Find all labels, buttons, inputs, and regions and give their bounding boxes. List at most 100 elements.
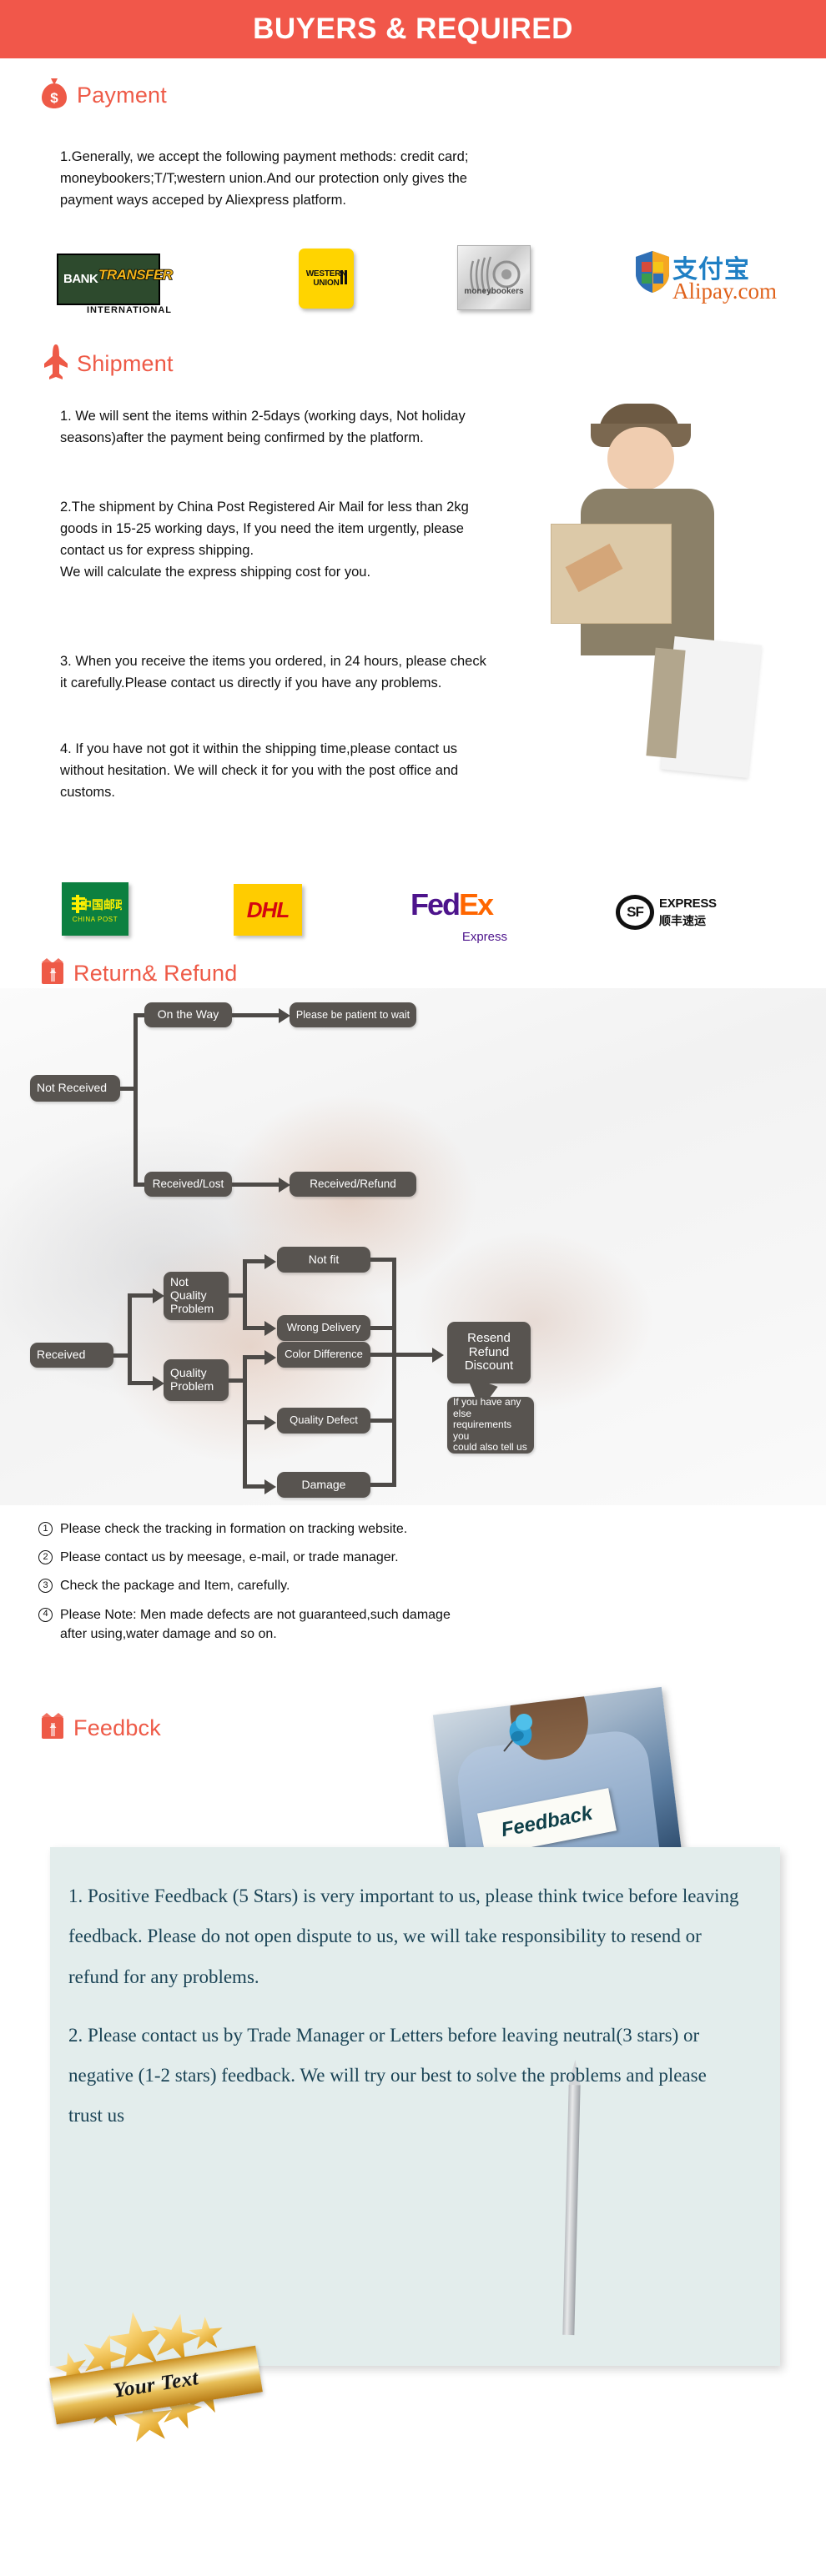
section-heading-feedback: Feedbck — [40, 1712, 161, 1745]
pushpin-icon — [503, 1714, 532, 1752]
bank-transfer-line2: TRANSFER — [98, 266, 174, 284]
feedback-text-block: 1. Positive Feedback (5 Stars) is very i… — [68, 1876, 744, 2155]
return-refund-notes: 1 Please check the tracking in formation… — [38, 1519, 789, 1653]
flow-node-wrong-delivery: Wrong Delivery — [277, 1315, 370, 1341]
flow-node-quality-defect: Quality Defect — [277, 1408, 370, 1434]
arrow-icon — [153, 1288, 164, 1303]
section-heading-shipment: Shipment — [43, 344, 174, 384]
shipment-body-3: 3. When you receive the items you ordere… — [60, 654, 486, 691]
payment-logo-row: BANK TRANSFER INTERNATIONAL WESTERN UNIO… — [0, 245, 826, 334]
section-heading-payment: $ Payment — [40, 77, 167, 114]
bank-transfer-logo: BANK TRANSFER INTERNATIONAL — [57, 254, 174, 315]
connector — [392, 1258, 396, 1487]
sf-line1: SF — [627, 904, 644, 920]
list-marker: 4 — [38, 1607, 53, 1622]
sf-line3: 顺丰速运 — [659, 913, 706, 927]
list-marker: 1 — [38, 1522, 53, 1536]
connector — [232, 1183, 282, 1187]
sf-line2: EXPRESS — [659, 896, 717, 911]
sf-express-logo: SF EXPRESS 顺丰速运 — [616, 889, 724, 936]
china-post-emblem-icon: 中国邮政 — [72, 895, 122, 913]
return-refund-flowchart: Not Received On the Way Please be patien… — [0, 988, 826, 1505]
header-banner: BUYERS & REQUIRED — [0, 0, 826, 58]
arrow-icon — [264, 1321, 276, 1336]
flow-node-received-lost: Received/Lost — [144, 1172, 232, 1197]
flowchart-background-photo — [0, 988, 826, 1505]
svg-text:中国邮政: 中国邮政 — [80, 898, 122, 912]
moneybookers-line1: moneybookers — [464, 287, 524, 296]
moneybookers-logo: moneybookers — [457, 245, 531, 310]
shipment-body-4: 4. If you have not got it within the shi… — [60, 741, 459, 801]
list-item: 1 Please check the tracking in formation… — [38, 1519, 789, 1539]
return-box-icon — [40, 1712, 65, 1745]
feedback-paragraph-2: 2. Please contact us by Trade Manager or… — [68, 2024, 707, 2127]
connector — [243, 1259, 247, 1330]
arrow-icon — [279, 1178, 290, 1193]
list-item: 3 Check the package and Item, carefully. — [38, 1576, 789, 1595]
section-label-feedback: Feedbck — [73, 1715, 161, 1740]
flow-node-on-the-way: On the Way — [144, 1002, 232, 1027]
connector — [128, 1381, 154, 1385]
dhl-line1: DHL — [246, 896, 290, 922]
flow-node-not-received: Not Received — [30, 1075, 120, 1102]
flow-node-received: Received — [30, 1343, 113, 1368]
courier-photo — [542, 399, 776, 782]
connector — [392, 1353, 436, 1357]
page-root: BUYERS & REQUIRED $ Payment 1.Generally,… — [0, 0, 826, 2576]
connector — [128, 1293, 132, 1385]
connector — [133, 1013, 138, 1187]
payment-body-text: 1.Generally, we accept the following pay… — [60, 149, 469, 208]
flow-node-resend-refund-discount: Resend Refund Discount — [447, 1322, 531, 1383]
connector — [243, 1484, 266, 1489]
list-item: 2 Please contact us by meesage, e-mail, … — [38, 1548, 789, 1567]
section-label-return-refund: Return& Refund — [73, 961, 238, 986]
section-label-payment: Payment — [77, 83, 167, 108]
list-text: Please check the tracking in formation o… — [60, 1522, 408, 1536]
flow-node-callout-note: If you have any else requirements you co… — [447, 1397, 534, 1454]
arrow-icon — [279, 1008, 290, 1023]
star-icon — [188, 2316, 225, 2353]
list-text: Please Note: Men made defects are not gu… — [60, 1607, 451, 1641]
western-union-line2: UNION — [313, 279, 340, 288]
list-item: 4 Please Note: Men made defects are not … — [38, 1605, 789, 1644]
china-post-line2: CHINA POST — [72, 916, 118, 923]
western-union-bars-icon — [340, 270, 347, 284]
connector — [243, 1259, 266, 1263]
connector — [243, 1326, 266, 1330]
page-title: BUYERS & REQUIRED — [253, 13, 573, 45]
connector — [243, 1355, 266, 1359]
list-text: Please contact us by meesage, e-mail, or… — [60, 1550, 399, 1565]
shipment-body-1: 1. We will sent the items within 2-5days… — [60, 409, 466, 446]
western-union-logo: WESTERN UNION — [299, 249, 354, 309]
arrow-icon — [264, 1479, 276, 1494]
connector — [243, 1420, 266, 1424]
your-text-badge: Your Text — [33, 2308, 284, 2467]
list-text: Check the package and Item, carefully. — [60, 1579, 290, 1594]
bank-transfer-line1: BANK — [63, 272, 98, 286]
arrow-icon — [432, 1348, 444, 1363]
china-post-logo: 中国邮政 CHINA POST — [62, 882, 128, 936]
list-marker: 2 — [38, 1550, 53, 1565]
svg-text:$: $ — [50, 90, 58, 106]
dhl-logo: DHL — [234, 884, 302, 936]
fedex-line1: Fed — [410, 887, 461, 921]
sf-oval-icon: SF — [616, 895, 654, 930]
alipay-shield-icon — [636, 251, 669, 293]
connector — [232, 1013, 282, 1017]
shipment-body-2: 2.The shipment by China Post Registered … — [60, 500, 469, 580]
fedex-logo: FedEx Express — [410, 887, 509, 944]
badge-text: Your Text — [111, 2367, 200, 2403]
arrow-icon — [264, 1254, 276, 1269]
list-marker: 3 — [38, 1579, 53, 1594]
arrow-icon — [264, 1350, 276, 1365]
bank-transfer-line3: INTERNATIONAL — [87, 305, 173, 315]
connector — [128, 1293, 154, 1298]
return-box-icon — [40, 957, 65, 990]
flow-node-please-be-patient: Please be patient to wait — [290, 1002, 416, 1027]
section-heading-return-refund: Return& Refund — [40, 957, 237, 990]
alipay-logo: 支付宝 Alipay.com — [634, 249, 788, 309]
arrow-icon — [153, 1376, 164, 1391]
flow-node-not-quality-problem: Not Quality Problem — [164, 1272, 229, 1320]
alipay-line2: Alipay.com — [672, 279, 777, 304]
fedex-line2: Ex — [459, 887, 494, 921]
